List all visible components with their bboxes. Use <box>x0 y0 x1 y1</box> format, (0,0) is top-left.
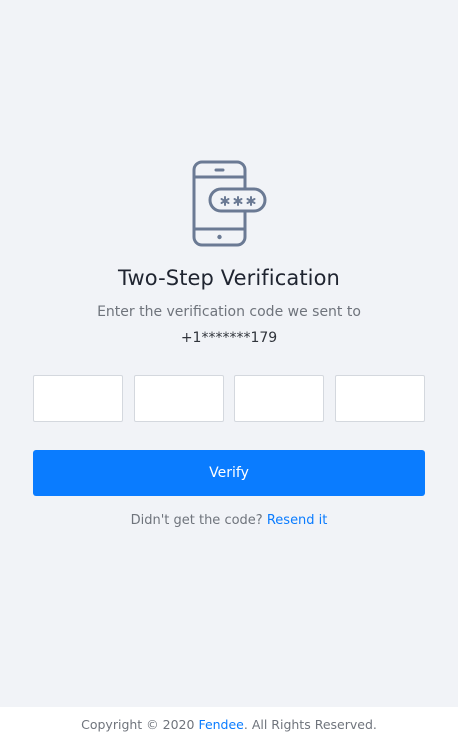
footer: Copyright © 2020 Fendee. All Rights Rese… <box>0 707 458 743</box>
code-digit-3-input[interactable] <box>234 375 325 422</box>
copyright-suffix: . All Rights Reserved. <box>243 717 377 732</box>
copyright-text: Copyright © 2020 Fendee. All Rights Rese… <box>0 717 458 732</box>
page-title: Two-Step Verification <box>118 266 340 290</box>
verification-page: Two-Step Verification Enter the verifica… <box>0 0 458 707</box>
verification-subtitle: Enter the verification code we sent to <box>97 304 361 320</box>
code-input-group <box>33 375 425 422</box>
verify-button[interactable]: Verify <box>33 450 425 496</box>
resend-link[interactable]: Resend it <box>267 513 328 528</box>
phone-password-icon <box>192 160 267 247</box>
resend-prompt: Didn't get the code? <box>130 513 263 528</box>
code-digit-1-input[interactable] <box>33 375 123 422</box>
resend-row: Didn't get the code? Resend it <box>0 513 458 528</box>
brand-link[interactable]: Fendee <box>198 717 243 732</box>
copyright-prefix: Copyright © 2020 <box>81 717 199 732</box>
masked-phone-number: +1*******179 <box>180 330 278 346</box>
code-digit-2-input[interactable] <box>133 375 224 422</box>
code-digit-4-input[interactable] <box>334 375 425 422</box>
